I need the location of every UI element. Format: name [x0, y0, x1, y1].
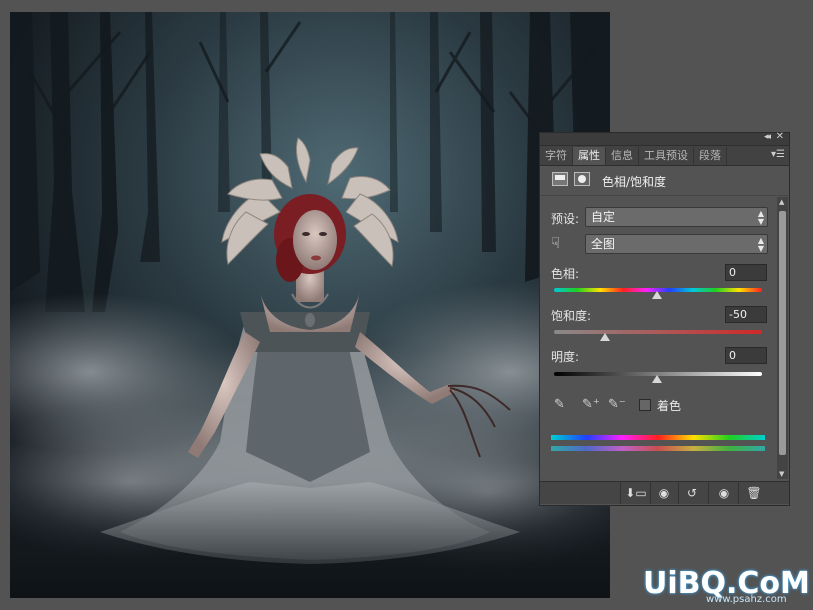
colorize-label: 着色	[657, 399, 682, 413]
photo-dark-forest-woman	[10, 12, 610, 598]
eyedropper-add-icon[interactable]: ✎⁺	[582, 397, 600, 412]
targeted-adjustment-hand-icon[interactable]: ☟	[551, 234, 560, 252]
input-color-bar	[551, 435, 765, 440]
output-color-bar	[551, 446, 765, 451]
eyedropper-icon[interactable]: ✎	[554, 397, 565, 412]
colorize-checkbox[interactable]	[639, 399, 651, 411]
preset-select-value: 自定	[591, 210, 616, 224]
lightness-input[interactable]: 0	[725, 347, 767, 364]
layer-mask-icon[interactable]	[574, 172, 590, 186]
toolbar-separator	[650, 482, 651, 504]
tab-info[interactable]: 信息	[606, 147, 639, 165]
panel-menu-icon[interactable]: ▾☰	[771, 149, 785, 160]
adjustment-title: 色相/饱和度	[602, 175, 667, 189]
tab-tool-presets[interactable]: 工具预设	[639, 147, 694, 165]
select-arrows-icon: ▲ ▼	[757, 236, 764, 253]
panel-scrollbar[interactable]: ▲ ▼	[777, 197, 788, 479]
channel-select[interactable]: 全图 ▲ ▼	[585, 234, 768, 254]
toolbar-separator	[620, 482, 621, 504]
double-chevron-icon[interactable]: ◂◂	[764, 132, 771, 142]
properties-panel: ◂◂ ✕ 字符 属性 信息 工具预设 段落 ▾☰ 色相/饱和度 预设: 自定 ▲…	[539, 131, 790, 506]
preset-label: 预设:	[551, 212, 580, 226]
site-watermark-url: www.psahz.com	[706, 594, 787, 605]
eye-icon[interactable]: ◉	[712, 485, 736, 501]
saturation-input[interactable]: -50	[725, 306, 767, 323]
select-arrows-icon: ▲ ▼	[757, 209, 764, 226]
lightness-slider-thumb[interactable]	[652, 375, 662, 383]
panel-bottom-toolbar: ⬇▭ ◉ ↺ ◉ 🗑	[540, 481, 789, 504]
saturation-slider-track[interactable]	[554, 330, 762, 334]
saturation-label: 饱和度:	[551, 309, 592, 323]
tab-character[interactable]: 字符	[540, 147, 573, 165]
document-canvas[interactable]	[10, 12, 610, 598]
panel-title-bar[interactable]: ◂◂ ✕	[540, 131, 789, 146]
toolbar-separator	[708, 482, 709, 504]
clip-to-layer-icon[interactable]: ⬇▭	[624, 485, 648, 501]
saturation-slider-thumb[interactable]	[600, 333, 610, 341]
close-icon[interactable]: ✕	[776, 131, 784, 142]
eyedropper-subtract-icon[interactable]: ✎⁻	[608, 397, 626, 412]
hue-label: 色相:	[551, 267, 580, 281]
reset-icon[interactable]: ↺	[680, 485, 704, 501]
view-previous-icon[interactable]: ◉	[652, 485, 676, 501]
adjustment-header: 色相/饱和度	[540, 167, 789, 196]
toolbar-separator	[738, 482, 739, 504]
lightness-label: 明度:	[551, 350, 580, 364]
scroll-up-icon[interactable]: ▲	[779, 198, 784, 206]
scrollbar-thumb[interactable]	[779, 211, 786, 455]
tab-properties[interactable]: 属性	[573, 147, 606, 165]
hue-input[interactable]: 0	[725, 264, 767, 281]
trash-icon[interactable]: 🗑	[742, 485, 766, 501]
hue-saturation-adjustment-icon[interactable]	[552, 172, 568, 186]
panel-tab-bar: 字符 属性 信息 工具预设 段落 ▾☰	[540, 146, 789, 166]
tab-paragraph[interactable]: 段落	[694, 147, 727, 165]
hue-slider-thumb[interactable]	[652, 291, 662, 299]
scroll-down-icon[interactable]: ▼	[779, 470, 784, 478]
channel-select-value: 全图	[591, 237, 616, 251]
preset-select[interactable]: 自定 ▲ ▼	[585, 207, 768, 227]
toolbar-separator	[678, 482, 679, 504]
